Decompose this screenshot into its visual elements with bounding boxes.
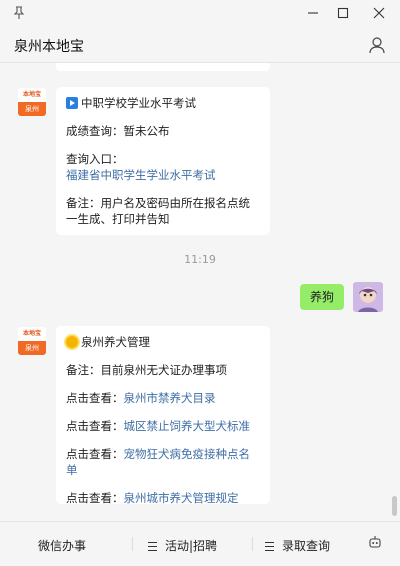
dog-link-row: 点击查看：泉州城市养犬管理规定 — [66, 490, 260, 506]
exam-score-line: 成绩查询：暂未公布 — [66, 124, 170, 138]
link-label: 点击查看： — [66, 391, 124, 405]
maximize-icon[interactable] — [336, 6, 350, 20]
message-timestamp: 11:19 — [184, 253, 216, 266]
account-avatar[interactable]: 本地宝 泉州 — [18, 327, 46, 355]
exam-title: 中职学校学业水平考试 — [81, 96, 196, 110]
menu-list-icon — [265, 542, 274, 551]
dog-link-row: 点击查看：宠物狂犬病免疫接种点名单 — [66, 446, 260, 478]
robot-icon[interactable] — [368, 535, 382, 549]
avatar-brand-text: 本地宝 — [18, 88, 46, 102]
user-message-bubble[interactable]: 养狗 — [300, 284, 344, 310]
bottom-menu-bar: 微信办事 活动|招聘 录取查询 — [0, 521, 400, 566]
chat-scrollbar[interactable] — [392, 496, 397, 516]
dog-link-large-dog-standard[interactable]: 城区禁止饲养大型犬标准 — [124, 419, 251, 433]
user-avatar[interactable] — [353, 282, 383, 312]
menu-divider — [132, 537, 133, 551]
avatar-city-text: 泉州 — [18, 341, 46, 355]
exam-entry-link[interactable]: 福建省中职学生学业水平考试 — [66, 168, 216, 182]
link-label: 点击查看： — [66, 447, 124, 461]
play-icon — [66, 97, 78, 109]
exam-message-bubble[interactable]: 中职学校学业水平考试 成绩查询：暂未公布 查询入口： 福建省中职学生学业水平考试… — [56, 87, 270, 235]
chat-area[interactable]: 本地宝 泉州 中职学校学业水平考试 成绩查询：暂未公布 查询入口： 福建省中职学… — [0, 63, 400, 520]
window-titlebar — [0, 0, 400, 28]
exam-note: 备注：用户名及密码由所在报名点统一生成、打印并告知 — [66, 196, 250, 226]
menu-label: 录取查询 — [282, 539, 331, 553]
close-icon[interactable] — [372, 6, 386, 20]
exam-entry-label: 查询入口： — [66, 152, 124, 166]
menu-label: 活动|招聘 — [165, 539, 218, 553]
dog-link-regulations[interactable]: 泉州城市养犬管理规定 — [124, 491, 239, 505]
dog-message-bubble[interactable]: 泉州养犬管理 备注：目前泉州无犬证办理事项 点击查看：泉州市禁养犬目录 点击查看… — [56, 326, 270, 506]
menu-activities-jobs[interactable]: 活动|招聘 — [148, 537, 217, 554]
menu-wechat-services[interactable]: 微信办事 — [38, 537, 86, 554]
pin-icon[interactable] — [12, 6, 26, 20]
person-icon[interactable] — [368, 36, 386, 54]
dog-link-row: 点击查看：城区禁止饲养大型犬标准 — [66, 418, 260, 434]
dog-title: 泉州养犬管理 — [81, 335, 150, 349]
link-label: 点击查看： — [66, 491, 124, 505]
previous-message-bubble — [56, 63, 270, 71]
avatar-city-text: 泉州 — [18, 102, 46, 116]
account-avatar[interactable]: 本地宝 泉州 — [18, 88, 46, 116]
minimize-icon[interactable] — [306, 6, 320, 20]
menu-divider — [252, 537, 253, 551]
avatar-brand-text: 本地宝 — [18, 327, 46, 341]
menu-list-icon — [148, 542, 157, 551]
dog-link-banned-list[interactable]: 泉州市禁养犬目录 — [124, 391, 216, 405]
chat-header: 泉州本地宝 — [0, 28, 400, 63]
sun-icon — [66, 336, 78, 348]
dog-link-row: 点击查看：泉州市禁养犬目录 — [66, 390, 260, 406]
link-label: 点击查看： — [66, 419, 124, 433]
chat-title: 泉州本地宝 — [14, 39, 84, 55]
menu-admission-query[interactable]: 录取查询 — [265, 537, 330, 554]
dog-note: 备注：目前泉州无犬证办理事项 — [66, 363, 227, 377]
